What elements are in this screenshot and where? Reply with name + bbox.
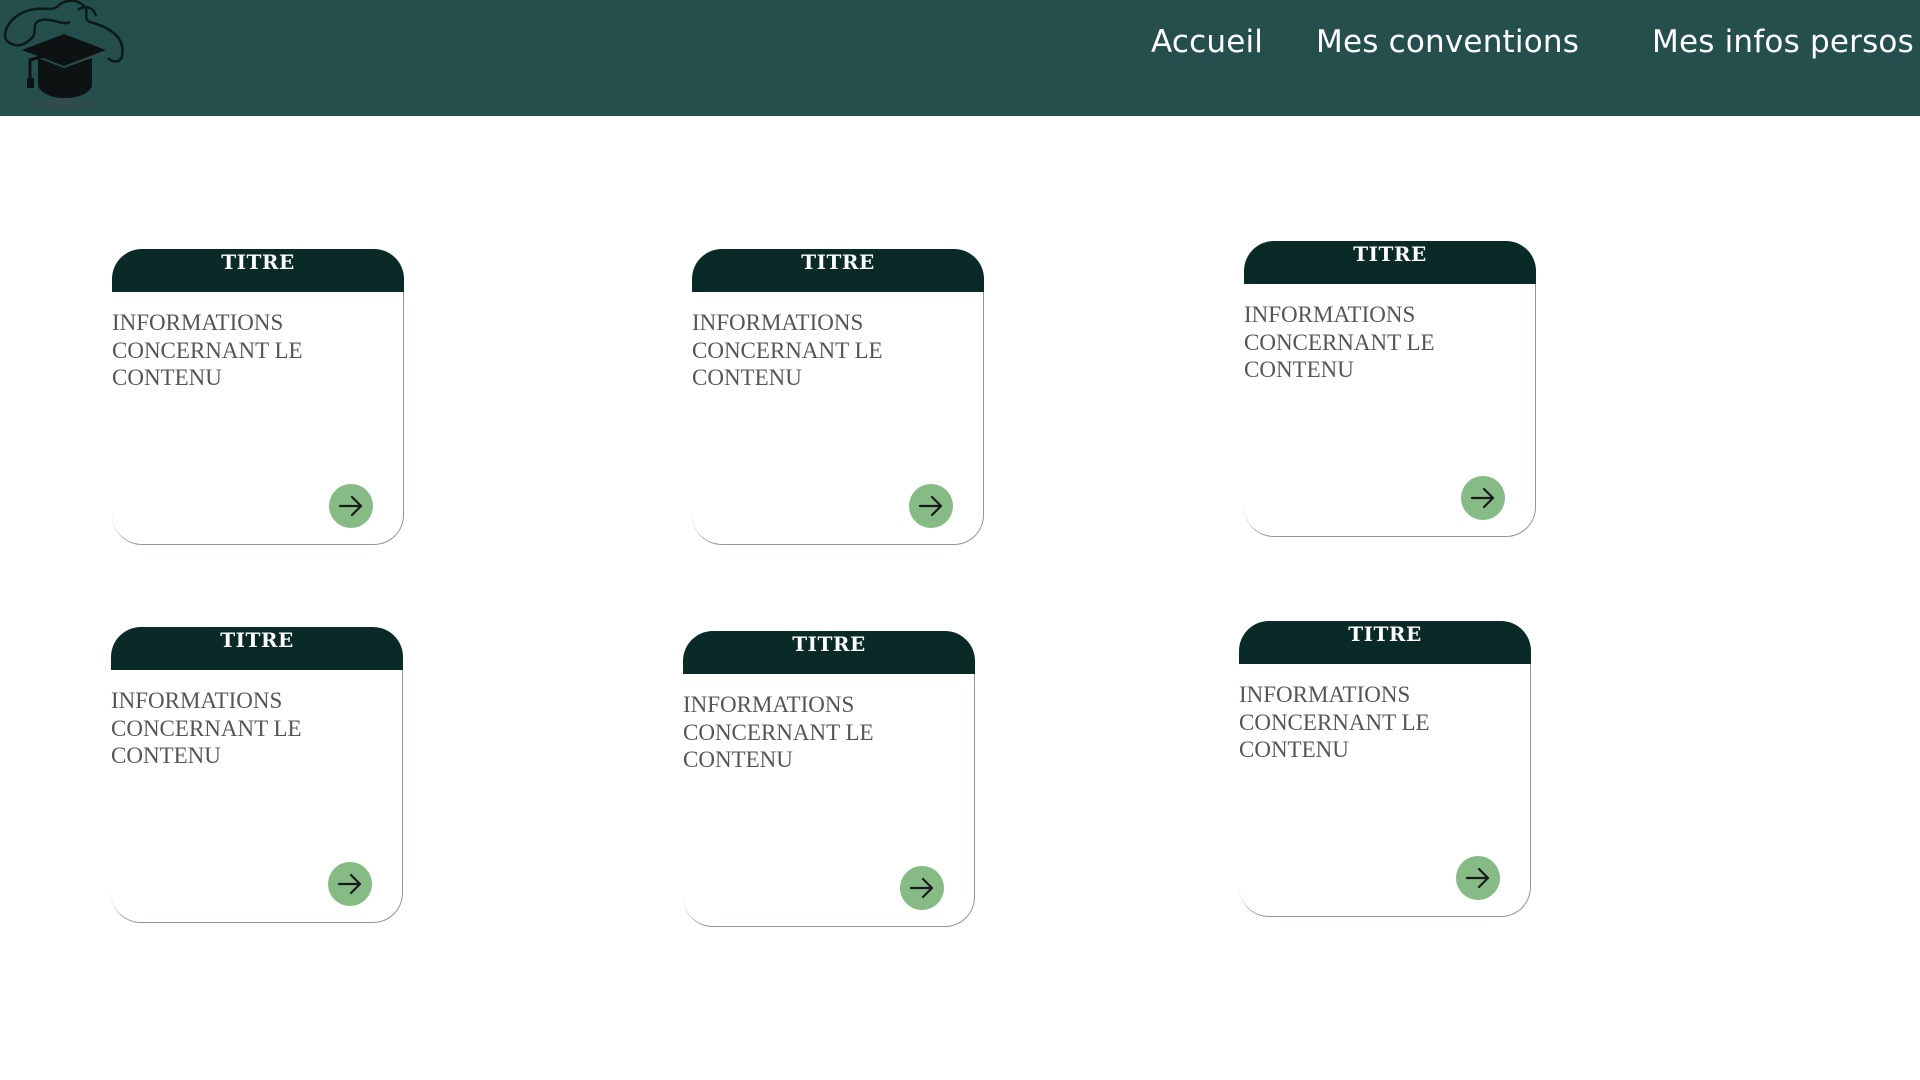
card-header: TITRE	[1244, 241, 1536, 284]
card-header: TITRE	[1239, 621, 1531, 664]
card-info-text: INFORMATIONS CONCERNANT LE CONTENU	[1239, 682, 1430, 762]
card-header: TITRE	[683, 631, 975, 674]
card-info-text: INFORMATIONS CONCERNANT LE CONTENU	[683, 692, 874, 772]
nav-link-mes-conventions[interactable]: Mes conventions	[1316, 20, 1579, 64]
nav-link-mes-infos-persos[interactable]: Mes infos persos	[1652, 20, 1914, 64]
content-card: TITRE INFORMATIONS CONCERNANT LE CONTENU	[112, 249, 404, 545]
arrow-right-icon[interactable]	[1461, 476, 1505, 520]
content-card: TITRE INFORMATIONS CONCERNANT LE CONTENU	[1244, 241, 1536, 537]
card-title: TITRE	[801, 250, 875, 274]
card-info-text: INFORMATIONS CONCERNANT LE CONTENU	[112, 310, 303, 390]
arrow-right-icon[interactable]	[329, 484, 373, 528]
card-header: TITRE	[111, 627, 403, 670]
card-header: TITRE	[692, 249, 984, 292]
graduation-cap-icon[interactable]	[0, 0, 130, 116]
top-navigation-bar: Accueil Mes conventions Mes infos persos	[0, 0, 1920, 116]
card-title: TITRE	[221, 250, 295, 274]
card-info-text: INFORMATIONS CONCERNANT LE CONTENU	[1244, 302, 1435, 382]
content-card: TITRE INFORMATIONS CONCERNANT LE CONTENU	[692, 249, 984, 545]
card-info-text: INFORMATIONS CONCERNANT LE CONTENU	[111, 688, 302, 768]
arrow-right-icon[interactable]	[1456, 856, 1500, 900]
content-card: TITRE INFORMATIONS CONCERNANT LE CONTENU	[111, 627, 403, 923]
arrow-right-icon[interactable]	[900, 866, 944, 910]
nav-link-accueil[interactable]: Accueil	[1151, 20, 1263, 64]
content-card: TITRE INFORMATIONS CONCERNANT LE CONTENU	[1239, 621, 1531, 917]
card-info-text: INFORMATIONS CONCERNANT LE CONTENU	[692, 310, 883, 390]
card-title: TITRE	[1348, 622, 1422, 646]
card-header: TITRE	[112, 249, 404, 292]
arrow-right-icon[interactable]	[328, 862, 372, 906]
arrow-right-icon[interactable]	[909, 484, 953, 528]
card-title: TITRE	[220, 628, 294, 652]
card-title: TITRE	[1353, 242, 1427, 266]
card-title: TITRE	[792, 632, 866, 656]
content-card: TITRE INFORMATIONS CONCERNANT LE CONTENU	[683, 631, 975, 927]
